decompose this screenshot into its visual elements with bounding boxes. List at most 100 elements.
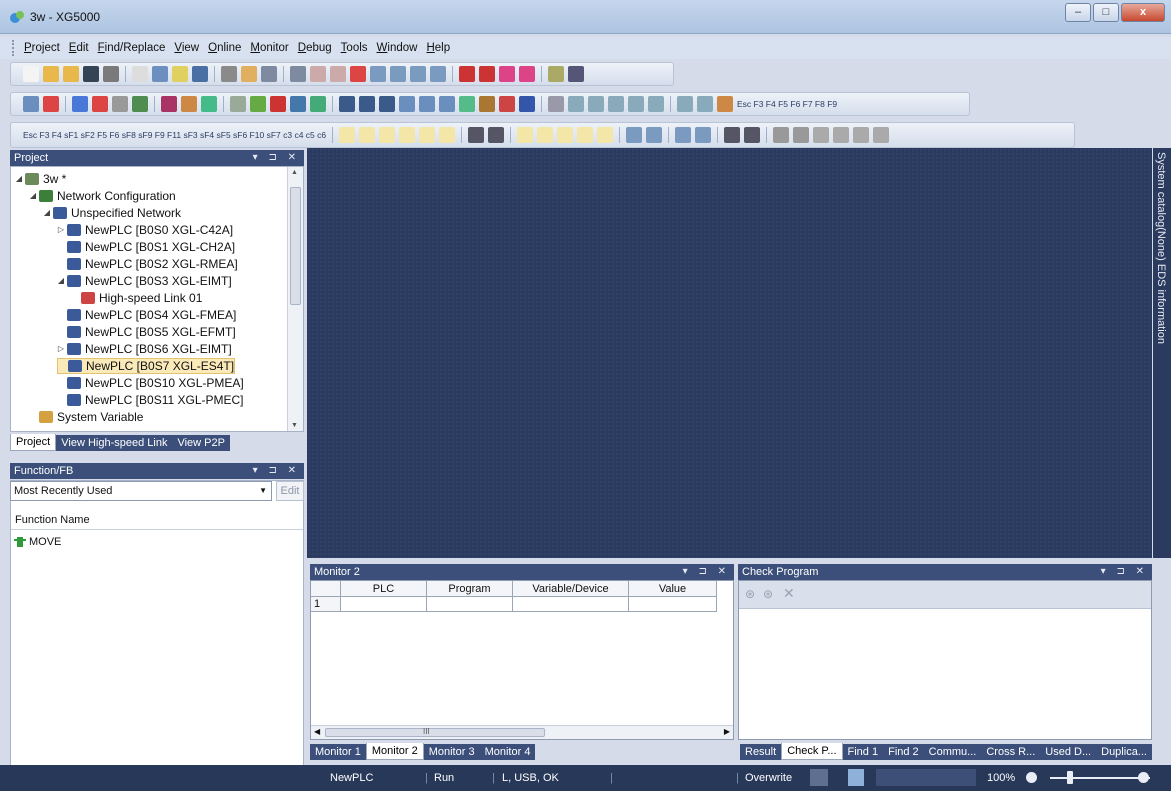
menu-online[interactable]: Online	[208, 42, 241, 54]
column-header[interactable]: Program	[427, 581, 513, 597]
toolbar-button-icon[interactable]	[568, 66, 584, 82]
toolbar-button-icon[interactable]	[626, 127, 643, 143]
tree-item[interactable]: NewPLC [B0S1 XGL-CH2A]	[57, 239, 235, 255]
tab-find-2[interactable]: Find 2	[883, 744, 924, 760]
toolbar-button-icon[interactable]	[132, 66, 148, 82]
menu-debug[interactable]: Debug	[298, 42, 332, 54]
toolbar-button-icon[interactable]	[588, 96, 604, 112]
toolbar-button-icon[interactable]	[350, 66, 366, 82]
toolbar-button-icon[interactable]	[548, 96, 564, 112]
close-button[interactable]: x	[1121, 3, 1165, 22]
expand-toggle-icon[interactable]: ▷	[57, 341, 65, 357]
toolbar-button-icon[interactable]	[290, 96, 306, 112]
toolbar-button-icon[interactable]	[261, 66, 277, 82]
tree-root[interactable]: ◢ 3w *	[15, 171, 66, 187]
toolbar-button-icon[interactable]	[270, 96, 286, 112]
tab-result[interactable]: Result	[740, 744, 782, 760]
toolbar-button-icon[interactable]	[439, 96, 455, 112]
catalog-strip[interactable]: System catalog(None) EDS information	[1153, 148, 1171, 558]
maximize-button[interactable]: □	[1093, 3, 1119, 22]
scroll-down-icon[interactable]: ▼	[291, 422, 298, 429]
edit-button[interactable]: Edit	[276, 481, 304, 501]
toolbar-button-icon[interactable]	[459, 96, 475, 112]
tree-item[interactable]: NewPLC [B0S4 XGL-FMEA]	[57, 307, 236, 323]
tree-item[interactable]: NewPLC [B0S10 XGL-PMEA]	[57, 375, 244, 391]
tab-check-p[interactable]: Check P...	[781, 743, 843, 760]
view-icon[interactable]	[848, 769, 864, 786]
tab-used-d[interactable]: Used D...	[1040, 744, 1097, 760]
tree-item[interactable]: NewPLC [B0S5 XGL-EFMT]	[57, 324, 236, 340]
tree-item[interactable]: ◢ Unspecified Network	[43, 205, 181, 221]
toolbar-button-icon[interactable]	[873, 127, 890, 143]
toolbar-button-icon[interactable]	[181, 96, 197, 112]
toolbar-button-icon[interactable]	[646, 127, 663, 143]
tree-item[interactable]: ▷ NewPLC [B0S0 XGL-C42A]	[57, 222, 233, 238]
expand-toggle-icon[interactable]: ▷	[57, 222, 65, 238]
toolbar-button-icon[interactable]	[468, 127, 485, 143]
menu-project[interactable]: Project	[24, 42, 60, 54]
tree-item[interactable]: NewPLC [B0S11 XGL-PMEC]	[57, 392, 244, 408]
toolbar-button-icon[interactable]	[717, 96, 733, 112]
tree-item[interactable]: ▷ NewPLC [B0S6 XGL-EIMT]	[57, 341, 232, 357]
tab-monitor-1[interactable]: Monitor 1	[310, 744, 366, 760]
tab-monitor-4[interactable]: Monitor 4	[479, 744, 536, 760]
tab-project[interactable]: Project	[10, 434, 57, 451]
tab-find-1[interactable]: Find 1	[842, 744, 884, 760]
toolbar-button-icon[interactable]	[793, 127, 810, 143]
tab-view-high-speed-link[interactable]: View High-speed Link	[56, 435, 173, 451]
menu-view[interactable]: View	[174, 42, 199, 54]
toolbar-button-icon[interactable]	[773, 127, 790, 143]
toolbar-button-icon[interactable]	[103, 66, 119, 82]
toolbar-button-icon[interactable]	[519, 66, 535, 82]
toolbar-button-icon[interactable]	[517, 127, 534, 143]
panel-controls[interactable]: ▾ ⊐ ✕	[253, 463, 300, 479]
toolbar-button-icon[interactable]	[499, 96, 515, 112]
toolbar-button-icon[interactable]	[488, 127, 505, 143]
toolbar-button-icon[interactable]	[577, 127, 594, 143]
toolbar-button-icon[interactable]	[537, 127, 554, 143]
toolbar-button-icon[interactable]	[399, 96, 415, 112]
scroll-thumb[interactable]	[290, 187, 301, 305]
toolbar-button-icon[interactable]	[430, 66, 446, 82]
tree-item[interactable]: System Variable	[29, 409, 143, 425]
scroll-up-icon[interactable]: ▲	[291, 169, 298, 176]
toolbar-button-icon[interactable]	[241, 66, 257, 82]
toolbar-button-icon[interactable]	[290, 66, 306, 82]
toolbar-button-icon[interactable]	[399, 127, 416, 143]
function-item-move[interactable]: MOVE	[14, 536, 61, 548]
toolbar-button-icon[interactable]	[419, 96, 435, 112]
expand-toggle-icon[interactable]: ◢	[43, 205, 51, 221]
toolbar-button-icon[interactable]	[439, 127, 456, 143]
minimize-button[interactable]: –	[1065, 3, 1091, 22]
catalog-tab-label[interactable]: System catalog(None) EDS information	[1155, 152, 1167, 344]
monitor-hscrollbar[interactable]: ◀ III ▶	[311, 725, 733, 739]
table-cell[interactable]	[341, 597, 427, 612]
toolbar-button-icon[interactable]	[310, 96, 326, 112]
toolbar-button-icon[interactable]	[310, 66, 326, 82]
clear-icon[interactable]: ✕	[783, 585, 795, 602]
lock-icon[interactable]	[810, 769, 828, 786]
scroll-right-icon[interactable]: ▶	[724, 727, 730, 736]
column-header[interactable]: Variable/Device	[513, 581, 629, 597]
toolbar-button-icon[interactable]	[370, 66, 386, 82]
expand-toggle-icon[interactable]: ◢	[57, 273, 65, 289]
toolbar-button-icon[interactable]	[112, 96, 128, 112]
panel-controls[interactable]: ▾ ⊐ ✕	[1101, 564, 1148, 580]
menu-edit[interactable]: Edit	[69, 42, 89, 54]
toolbar-button-icon[interactable]	[479, 96, 495, 112]
toolbar-button-icon[interactable]	[230, 96, 246, 112]
toolbar-button-icon[interactable]	[459, 66, 475, 82]
toolbar-button-icon[interactable]	[379, 96, 395, 112]
toolbar-button-icon[interactable]	[628, 96, 644, 112]
toolbar-button-icon[interactable]	[192, 66, 208, 82]
scroll-left-icon[interactable]: ◀	[314, 727, 320, 736]
toolbar-button-icon[interactable]	[548, 66, 564, 82]
toolbar-button-icon[interactable]	[132, 96, 148, 112]
toolbar-button-icon[interactable]	[675, 127, 692, 143]
toolbar-button-icon[interactable]	[853, 127, 870, 143]
chevron-down-icon[interactable]: ▼	[259, 482, 267, 500]
editor-work-area[interactable]	[307, 148, 1152, 558]
check-prev-icon[interactable]: ⊛	[745, 587, 755, 601]
expand-toggle-icon[interactable]: ◢	[15, 171, 23, 187]
table-cell[interactable]	[427, 597, 513, 612]
